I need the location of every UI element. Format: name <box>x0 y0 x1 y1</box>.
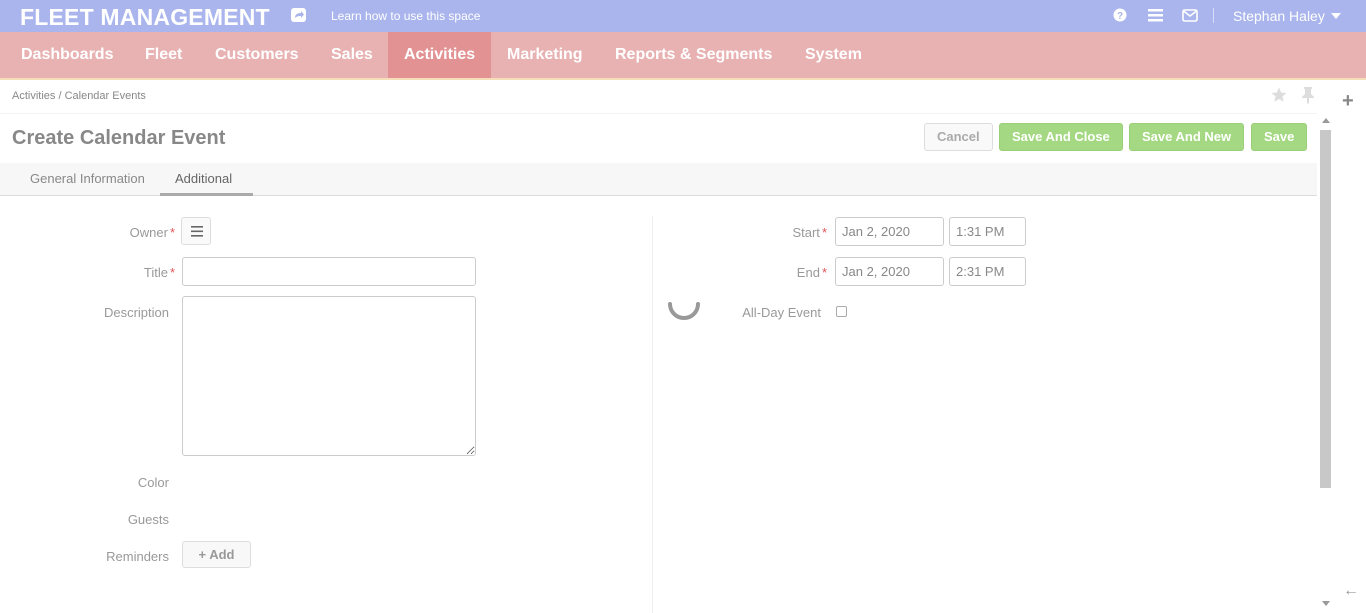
add-reminder-button[interactable]: + Add <box>182 541 251 568</box>
caret-down-icon[interactable] <box>1331 13 1341 19</box>
page-title: Create Calendar Event <box>12 127 226 149</box>
nav-activities[interactable]: Activities <box>388 32 491 78</box>
start-time-input[interactable] <box>949 217 1026 246</box>
save-button[interactable]: Save <box>1251 123 1308 151</box>
user-menu[interactable]: Stephan Haley <box>1233 8 1325 24</box>
save-and-close-button[interactable]: Save And Close <box>999 123 1123 151</box>
required-marker: * <box>169 265 175 280</box>
description-label: Description <box>103 305 169 320</box>
help-icon[interactable]: ? <box>1113 8 1127 22</box>
required-marker: * <box>821 265 827 280</box>
arrow-left-icon[interactable]: ← <box>1343 582 1359 600</box>
owner-label: Owner * <box>129 225 175 240</box>
mail-icon[interactable] <box>1182 9 1198 22</box>
divider <box>1213 8 1214 23</box>
end-date-input[interactable] <box>835 257 944 286</box>
svg-text:?: ? <box>1117 11 1123 22</box>
breadcrumb[interactable]: Activities / Calendar Events <box>12 90 146 102</box>
all-day-checkbox[interactable] <box>836 306 847 317</box>
title-label: Title * <box>143 265 175 280</box>
nav-sales[interactable]: Sales <box>315 32 389 78</box>
tab-general-information[interactable]: General Information <box>15 163 160 196</box>
nav-system[interactable]: System <box>789 32 878 78</box>
guests-label: Guests <box>127 512 169 527</box>
start-date-input[interactable] <box>835 217 944 246</box>
all-day-label: All-Day Event <box>742 305 821 320</box>
cancel-button[interactable]: Cancel <box>924 123 993 151</box>
menu-icon[interactable] <box>1148 9 1163 22</box>
pin-icon[interactable] <box>1300 86 1316 104</box>
description-textarea[interactable] <box>182 296 476 456</box>
column-divider <box>652 216 653 613</box>
scroll-down-icon[interactable] <box>1322 601 1330 606</box>
tab-additional[interactable]: Additional <box>160 163 253 196</box>
required-marker: * <box>169 225 175 240</box>
share-icon[interactable] <box>291 8 306 22</box>
end-label: End * <box>796 265 827 280</box>
nav-fleet[interactable]: Fleet <box>129 32 198 78</box>
app-logo[interactable]: FLEET MANAGEMENT <box>20 4 270 31</box>
color-label: Color <box>137 475 169 490</box>
list-icon <box>191 226 203 237</box>
scrollbar-thumb[interactable] <box>1320 130 1331 488</box>
title-input[interactable] <box>182 257 476 286</box>
end-time-input[interactable] <box>949 257 1026 286</box>
form-tabs: General Information Additional <box>0 163 1317 196</box>
required-marker: * <box>821 225 827 240</box>
top-bar: FLEET MANAGEMENT Learn how to use this s… <box>0 0 1366 32</box>
scroll-up-icon[interactable] <box>1322 118 1330 123</box>
nav-marketing[interactable]: Marketing <box>491 32 599 78</box>
star-icon[interactable] <box>1270 86 1288 104</box>
nav-dashboards[interactable]: Dashboards <box>5 32 129 78</box>
owner-select-button[interactable] <box>181 217 211 245</box>
save-and-new-button[interactable]: Save And New <box>1129 123 1245 151</box>
learn-link[interactable]: Learn how to use this space <box>331 9 480 23</box>
start-label: Start * <box>792 225 827 240</box>
nav-customers[interactable]: Customers <box>199 32 315 78</box>
plus-icon[interactable]: + <box>1342 91 1354 111</box>
reminders-label: Reminders <box>106 549 169 564</box>
nav-reports-segments[interactable]: Reports & Segments <box>599 32 788 78</box>
main-nav: Dashboards Fleet Customers Sales Activit… <box>0 32 1366 80</box>
